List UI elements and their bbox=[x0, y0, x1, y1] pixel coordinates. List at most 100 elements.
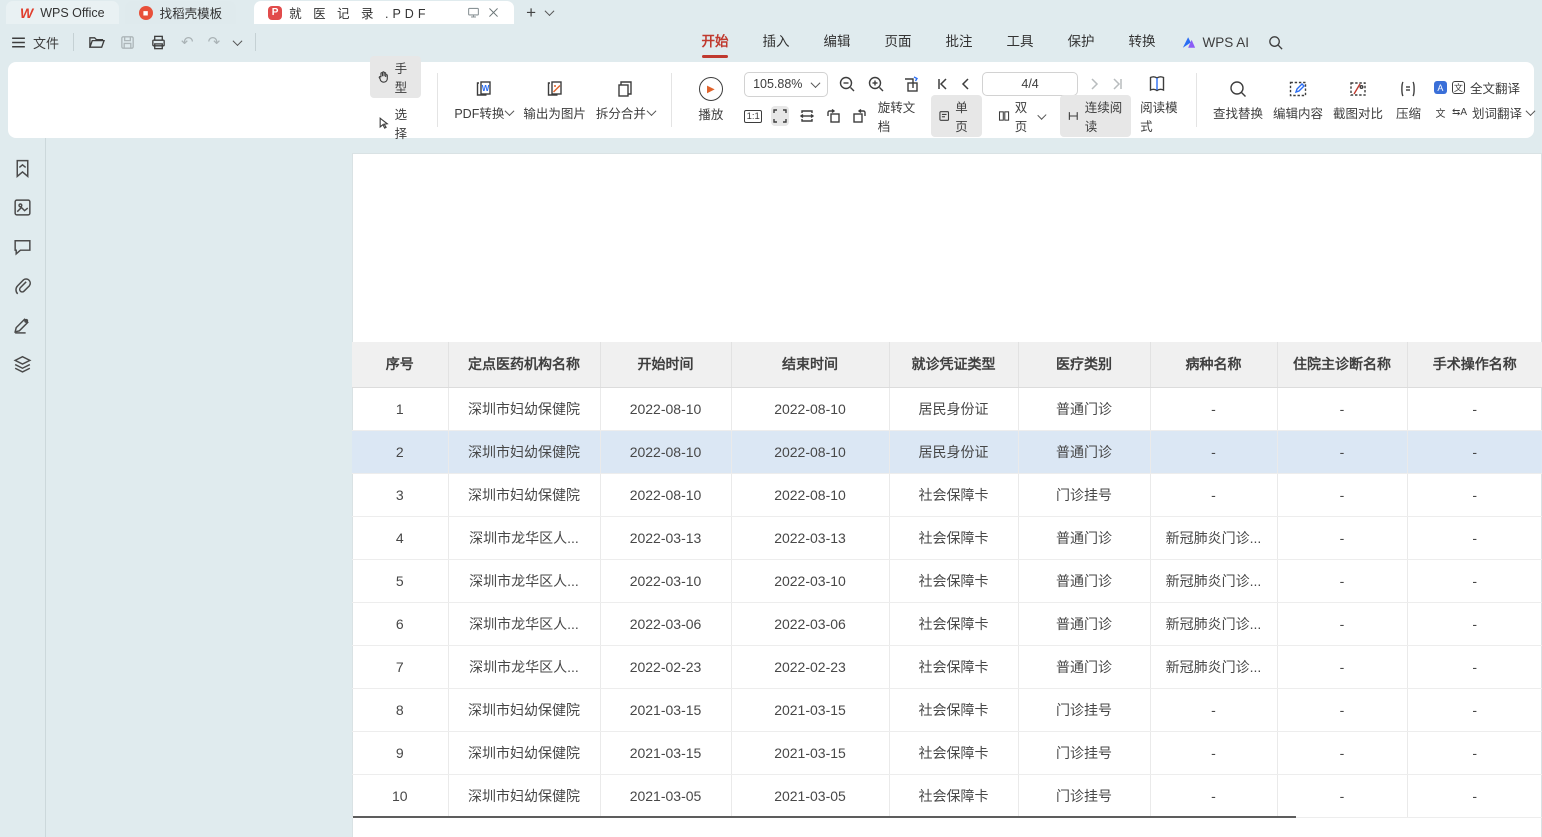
screenshot-compare-button[interactable]: 截图对比 bbox=[1333, 79, 1383, 122]
rotate-pages-icon[interactable] bbox=[901, 74, 921, 94]
search-icon[interactable] bbox=[1267, 34, 1284, 51]
fit-width-button[interactable] bbox=[798, 106, 816, 126]
last-page-icon[interactable] bbox=[1110, 77, 1124, 91]
hand-tool-label: 手型 bbox=[395, 58, 415, 96]
double-page-button[interactable]: 双页 bbox=[991, 95, 1051, 137]
play-button[interactable]: ▶ 播放 bbox=[688, 77, 734, 123]
play-label: 播放 bbox=[698, 104, 723, 123]
split-merge-button[interactable]: 拆分合并 bbox=[596, 79, 655, 122]
tab-document-pdf[interactable]: P 就 医 记 录 .PDF bbox=[254, 1, 514, 24]
actual-size-button[interactable]: 1:1 bbox=[744, 110, 762, 123]
compress-button[interactable]: 压缩 bbox=[1393, 79, 1424, 122]
table-cell: 2022-08-10 bbox=[600, 430, 731, 473]
menu-tab[interactable]: 转换 bbox=[1111, 24, 1172, 60]
undo-icon[interactable]: ↶ bbox=[181, 35, 194, 50]
quick-access-chevron-icon[interactable] bbox=[233, 36, 243, 46]
menu-tab[interactable]: 插入 bbox=[745, 24, 806, 60]
comment-icon[interactable] bbox=[12, 236, 33, 257]
table-cell: 9 bbox=[352, 731, 448, 774]
save-icon[interactable] bbox=[119, 34, 136, 51]
zoom-out-icon[interactable] bbox=[837, 74, 857, 94]
divider bbox=[73, 33, 74, 51]
svg-text:W: W bbox=[482, 84, 490, 93]
column-header: 定点医药机构名称 bbox=[448, 342, 600, 387]
zoom-in-icon[interactable] bbox=[866, 74, 886, 94]
read-mode-icon[interactable] bbox=[1147, 74, 1167, 94]
rotate-right-button[interactable] bbox=[851, 106, 869, 126]
column-header: 医疗类别 bbox=[1018, 342, 1150, 387]
signature-icon[interactable] bbox=[12, 314, 33, 335]
pdf-convert-icon: W bbox=[474, 79, 494, 99]
table-cell: 普通门诊 bbox=[1018, 559, 1150, 602]
table-row: 3深圳市妇幼保健院2022-08-102022-08-10社会保障卡门诊挂号--… bbox=[352, 473, 1542, 516]
table-cell: 2022-02-23 bbox=[600, 645, 731, 688]
menu-tab[interactable]: 工具 bbox=[989, 24, 1050, 60]
full-translate-button[interactable]: A文 全文翻译 bbox=[1434, 78, 1534, 97]
print-icon[interactable] bbox=[150, 34, 167, 51]
single-page-label: 单页 bbox=[955, 97, 974, 135]
find-replace-icon bbox=[1228, 79, 1248, 99]
first-page-icon[interactable] bbox=[936, 77, 950, 91]
continuous-read-button[interactable]: 连续阅读 bbox=[1060, 95, 1131, 137]
rotate-right-icon bbox=[852, 108, 868, 124]
word-translate-button[interactable]: 文⇆A 划词翻译 bbox=[1434, 103, 1534, 122]
wps-ai-label: WPS AI bbox=[1202, 35, 1249, 50]
find-replace-button[interactable]: 查找替换 bbox=[1213, 79, 1263, 122]
header-row: 序号定点医药机构名称开始时间结束时间就诊凭证类型医疗类别病种名称住院主诊断名称手… bbox=[352, 342, 1542, 387]
read-mode-label[interactable]: 阅读模式 bbox=[1140, 97, 1180, 135]
tab-wps-office[interactable]: W WPS Office bbox=[6, 1, 119, 24]
thumbnail-icon[interactable] bbox=[12, 197, 33, 218]
menu-tab[interactable]: 批注 bbox=[928, 24, 989, 60]
table-cell: 新冠肺炎门诊... bbox=[1150, 645, 1277, 688]
next-page-icon[interactable] bbox=[1087, 77, 1101, 91]
tab-list-chevron-icon[interactable] bbox=[545, 6, 555, 16]
open-file-icon[interactable] bbox=[88, 34, 105, 51]
table-cell: 10 bbox=[352, 774, 448, 817]
table-cell: 6 bbox=[352, 602, 448, 645]
table-cell: 社会保障卡 bbox=[889, 559, 1018, 602]
menu-tab[interactable]: 编辑 bbox=[806, 24, 867, 60]
full-translate-icon: A bbox=[1434, 81, 1447, 94]
table-cell: - bbox=[1277, 473, 1407, 516]
page-number-input[interactable]: 4/4 bbox=[982, 72, 1078, 96]
pdf-convert-button[interactable]: W PDF转换 bbox=[454, 79, 513, 122]
table-cell: 门诊挂号 bbox=[1018, 731, 1150, 774]
redo-icon[interactable]: ↷ bbox=[208, 35, 221, 50]
layout-row: 1:1 旋转文档 单页 双页 bbox=[744, 103, 1180, 129]
menu-tab[interactable]: 保护 bbox=[1050, 24, 1111, 60]
table-cell: 2022-03-13 bbox=[731, 516, 889, 559]
tab-docer-templates[interactable]: ■ 找稻壳模板 bbox=[125, 1, 237, 24]
rotate-doc-label[interactable]: 旋转文档 bbox=[878, 97, 918, 135]
prev-page-icon[interactable] bbox=[959, 77, 973, 91]
zoom-level-select[interactable]: 105.88% bbox=[744, 72, 828, 97]
column-header: 病种名称 bbox=[1150, 342, 1277, 387]
close-tab-icon[interactable] bbox=[487, 6, 500, 19]
hand-tool-button[interactable]: 手型 bbox=[370, 56, 421, 98]
table-cell: - bbox=[1150, 473, 1277, 516]
wps-ai-button[interactable]: WPS AI bbox=[1172, 35, 1259, 50]
monitor-icon[interactable] bbox=[467, 6, 480, 19]
edit-content-button[interactable]: 编辑内容 bbox=[1273, 79, 1323, 122]
pdf-convert-label: PDF转换 bbox=[454, 103, 504, 122]
attachment-icon[interactable] bbox=[12, 275, 33, 296]
table-cell: - bbox=[1150, 430, 1277, 473]
chevron-down-icon bbox=[1526, 106, 1536, 116]
rotate-left-button[interactable] bbox=[825, 106, 843, 126]
horizontal-scrollbar[interactable] bbox=[353, 816, 1296, 818]
menu-tab[interactable]: 开始 bbox=[684, 24, 745, 60]
menu-tab[interactable]: 页面 bbox=[867, 24, 928, 60]
table-cell: 新冠肺炎门诊... bbox=[1150, 516, 1277, 559]
file-menu-label: 文件 bbox=[33, 33, 59, 52]
fit-page-button[interactable] bbox=[771, 106, 789, 126]
single-page-button[interactable]: 单页 bbox=[931, 95, 982, 137]
menu-bar: 文件 ↶ ↷ 开始插入编辑页面批注工具保护转换 WPS AI bbox=[0, 24, 1542, 60]
table-cell: 普通门诊 bbox=[1018, 602, 1150, 645]
document-scroll-area[interactable]: 序号定点医药机构名称开始时间结束时间就诊凭证类型医疗类别病种名称住院主诊断名称手… bbox=[47, 138, 1542, 837]
file-menu-button[interactable]: 文件 bbox=[10, 33, 59, 52]
export-image-button[interactable]: 输出为图片 bbox=[523, 79, 586, 122]
layers-icon[interactable] bbox=[12, 353, 33, 374]
table-cell: 居民身份证 bbox=[889, 430, 1018, 473]
table-cell: 社会保障卡 bbox=[889, 516, 1018, 559]
bookmark-icon[interactable] bbox=[12, 158, 33, 179]
new-tab-button[interactable]: + bbox=[526, 2, 536, 24]
